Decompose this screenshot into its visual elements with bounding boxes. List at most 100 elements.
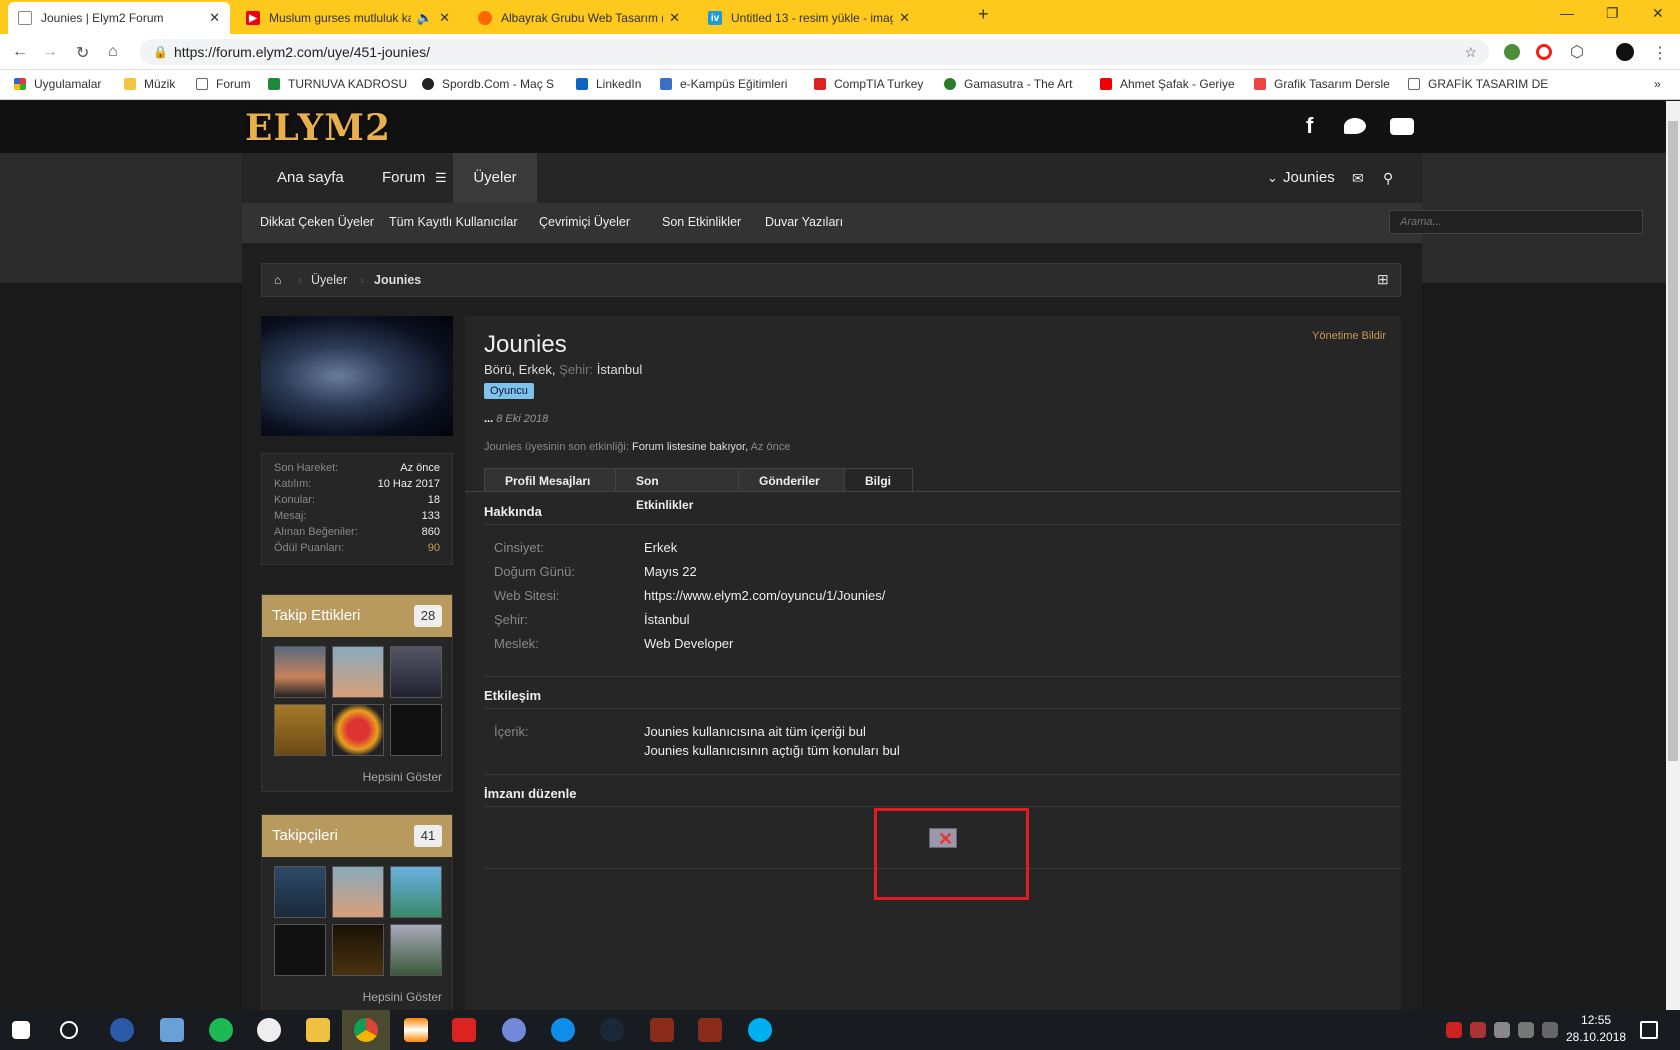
chrome-icon[interactable] [354, 1018, 378, 1042]
bookmark-item[interactable]: TURNUVA KADROSU [268, 77, 407, 91]
opera-icon[interactable] [1536, 44, 1552, 60]
youtube-icon[interactable] [1390, 118, 1414, 135]
nav-members[interactable]: Üyeler [453, 153, 537, 203]
tray-icon[interactable] [1494, 1022, 1510, 1038]
forward-icon[interactable]: → [42, 43, 58, 61]
subnav-wall[interactable]: Duvar Yazıları [765, 215, 843, 229]
app-icon[interactable] [110, 1018, 134, 1042]
nav-user[interactable]: Jounies [1283, 153, 1335, 203]
member-thumb[interactable] [274, 924, 326, 976]
tab-recent-activity[interactable]: Son Etkinlikler [615, 468, 739, 512]
report-link[interactable]: Yönetime Bildir [1312, 330, 1386, 342]
bookmark-item[interactable]: CompTIA Turkey [814, 77, 923, 91]
member-thumb[interactable] [390, 924, 442, 976]
more-bookmarks-icon[interactable]: » [1654, 77, 1661, 91]
search-icon[interactable] [60, 1021, 78, 1039]
subnav-activity[interactable]: Son Etkinlikler [662, 215, 741, 229]
bookmark-item[interactable]: Spordb.Com - Maç S [422, 77, 554, 91]
browser-tab-4[interactable]: iv Untitled 13 - resim yükle - image ✕ [698, 2, 920, 34]
browser-tab-2[interactable]: ▶ Muslum gurses mutluluk kapı 🔈 ✕ [236, 2, 460, 34]
member-thumb[interactable] [332, 866, 384, 918]
teamviewer-icon[interactable] [551, 1018, 575, 1042]
xbox-icon[interactable] [257, 1018, 281, 1042]
nav-forum[interactable]: Forum [382, 153, 425, 203]
tab-profile-posts[interactable]: Profil Mesajları [484, 468, 616, 492]
volume-icon[interactable] [1542, 1022, 1558, 1038]
find-threads-link[interactable]: Jounies kullanıcısının açtığı tüm konula… [644, 743, 900, 758]
find-content-link[interactable]: Jounies kullanıcısına ait tüm içeriği bu… [644, 724, 866, 739]
member-thumb[interactable] [390, 646, 442, 698]
member-thumb[interactable] [274, 646, 326, 698]
speaker-icon[interactable]: 🔈 [417, 10, 433, 26]
new-tab-button[interactable]: + [978, 4, 989, 25]
breadcrumb-members[interactable]: Üyeler [311, 273, 347, 287]
following-show-all[interactable]: Hepsini Göster [262, 756, 452, 784]
tray-icon[interactable] [1470, 1022, 1486, 1038]
app-icon[interactable] [160, 1018, 184, 1042]
member-thumb[interactable] [390, 866, 442, 918]
member-thumb[interactable] [390, 704, 442, 756]
scrollbar[interactable] [1666, 101, 1680, 1010]
member-thumb[interactable] [332, 646, 384, 698]
network-icon[interactable] [1518, 1022, 1534, 1038]
tab-info[interactable]: Bilgi [844, 468, 913, 492]
cube-icon[interactable]: ⬡ [1570, 42, 1584, 62]
home-icon[interactable]: ⌂ [108, 43, 118, 61]
profile-avatar[interactable] [1616, 43, 1634, 61]
subnav-featured[interactable]: Dikkat Çeken Üyeler [260, 215, 374, 229]
system-clock[interactable]: 12:55 28.10.2018 [1566, 1012, 1626, 1046]
star-icon[interactable]: ☆ [1464, 39, 1477, 65]
acrobat-icon[interactable] [452, 1018, 476, 1042]
member-thumb[interactable] [332, 924, 384, 976]
windows-start-icon[interactable] [12, 1021, 30, 1039]
nav-home[interactable]: Ana sayfa [277, 153, 344, 203]
tray-icon[interactable] [1446, 1022, 1462, 1038]
bookmark-item[interactable]: Grafik Tasarım Dersle [1254, 77, 1390, 91]
envelope-icon[interactable]: ✉ [1352, 153, 1364, 203]
site-logo[interactable]: ELYM2 [245, 107, 391, 149]
steam-icon[interactable] [600, 1018, 624, 1042]
close-icon[interactable]: ✕ [669, 10, 680, 26]
breadcrumb-current[interactable]: Jounies [374, 273, 421, 287]
close-window-button[interactable]: ✕ [1652, 5, 1664, 22]
maximize-button[interactable]: ❐ [1606, 5, 1619, 22]
member-thumb[interactable] [274, 866, 326, 918]
chevron-down-icon[interactable]: ⌄ [1267, 153, 1278, 203]
discord-icon[interactable] [502, 1018, 526, 1042]
bookmark-apps[interactable]: Uygulamalar [14, 77, 101, 91]
spotify-icon[interactable] [209, 1018, 233, 1042]
back-icon[interactable]: ← [12, 43, 28, 61]
followers-show-all[interactable]: Hepsini Göster [262, 976, 452, 1004]
notification-icon[interactable] [1640, 1021, 1658, 1039]
facebook-icon[interactable]: f [1306, 113, 1313, 139]
bookmark-item[interactable]: LinkedIn [576, 77, 641, 91]
subnav-registered[interactable]: Tüm Kayıtlı Kullanıcılar [389, 215, 518, 229]
minimize-button[interactable]: — [1560, 5, 1574, 21]
bookmark-item[interactable]: e-Kampüs Eğitimleri [660, 77, 787, 91]
folder-icon[interactable] [306, 1018, 330, 1042]
member-thumb[interactable] [332, 704, 384, 756]
browser-tab-1[interactable]: Jounies | Elym2 Forum ✕ [8, 2, 230, 34]
menu-icon[interactable]: ⋮ [1652, 43, 1668, 63]
bookmark-folder[interactable]: Müzik [124, 77, 175, 91]
close-icon[interactable]: ✕ [439, 10, 450, 26]
reload-icon[interactable]: ↻ [76, 43, 89, 63]
subnav-online[interactable]: Çevrimiçi Üyeler [539, 215, 630, 229]
game-icon[interactable] [650, 1018, 674, 1042]
bookmark-item[interactable]: Forum [196, 77, 251, 91]
close-icon[interactable]: ✕ [899, 10, 910, 26]
tab-postings[interactable]: Gönderiler [738, 468, 845, 492]
search-input[interactable] [1389, 210, 1643, 234]
bookmark-item[interactable]: Gamasutra - The Art [944, 77, 1073, 91]
extension-icon[interactable] [1504, 44, 1520, 60]
browser-tab-3[interactable]: Albayrak Grubu Web Tasarım (Fro ✕ [468, 2, 690, 34]
address-bar[interactable]: 🔒 https://forum.elym2.com/uye/451-jounie… [140, 39, 1489, 65]
twitter-icon[interactable] [1344, 118, 1366, 134]
game-icon[interactable] [698, 1018, 722, 1042]
close-icon[interactable]: ✕ [209, 10, 220, 26]
skype-icon[interactable] [748, 1018, 772, 1042]
home-icon[interactable]: ⌂ [274, 273, 282, 287]
bookmark-item[interactable]: GRAFİK TASARIM DE [1408, 77, 1548, 91]
location-icon[interactable]: ⚲ [1383, 153, 1393, 203]
vlc-icon[interactable] [404, 1018, 428, 1042]
